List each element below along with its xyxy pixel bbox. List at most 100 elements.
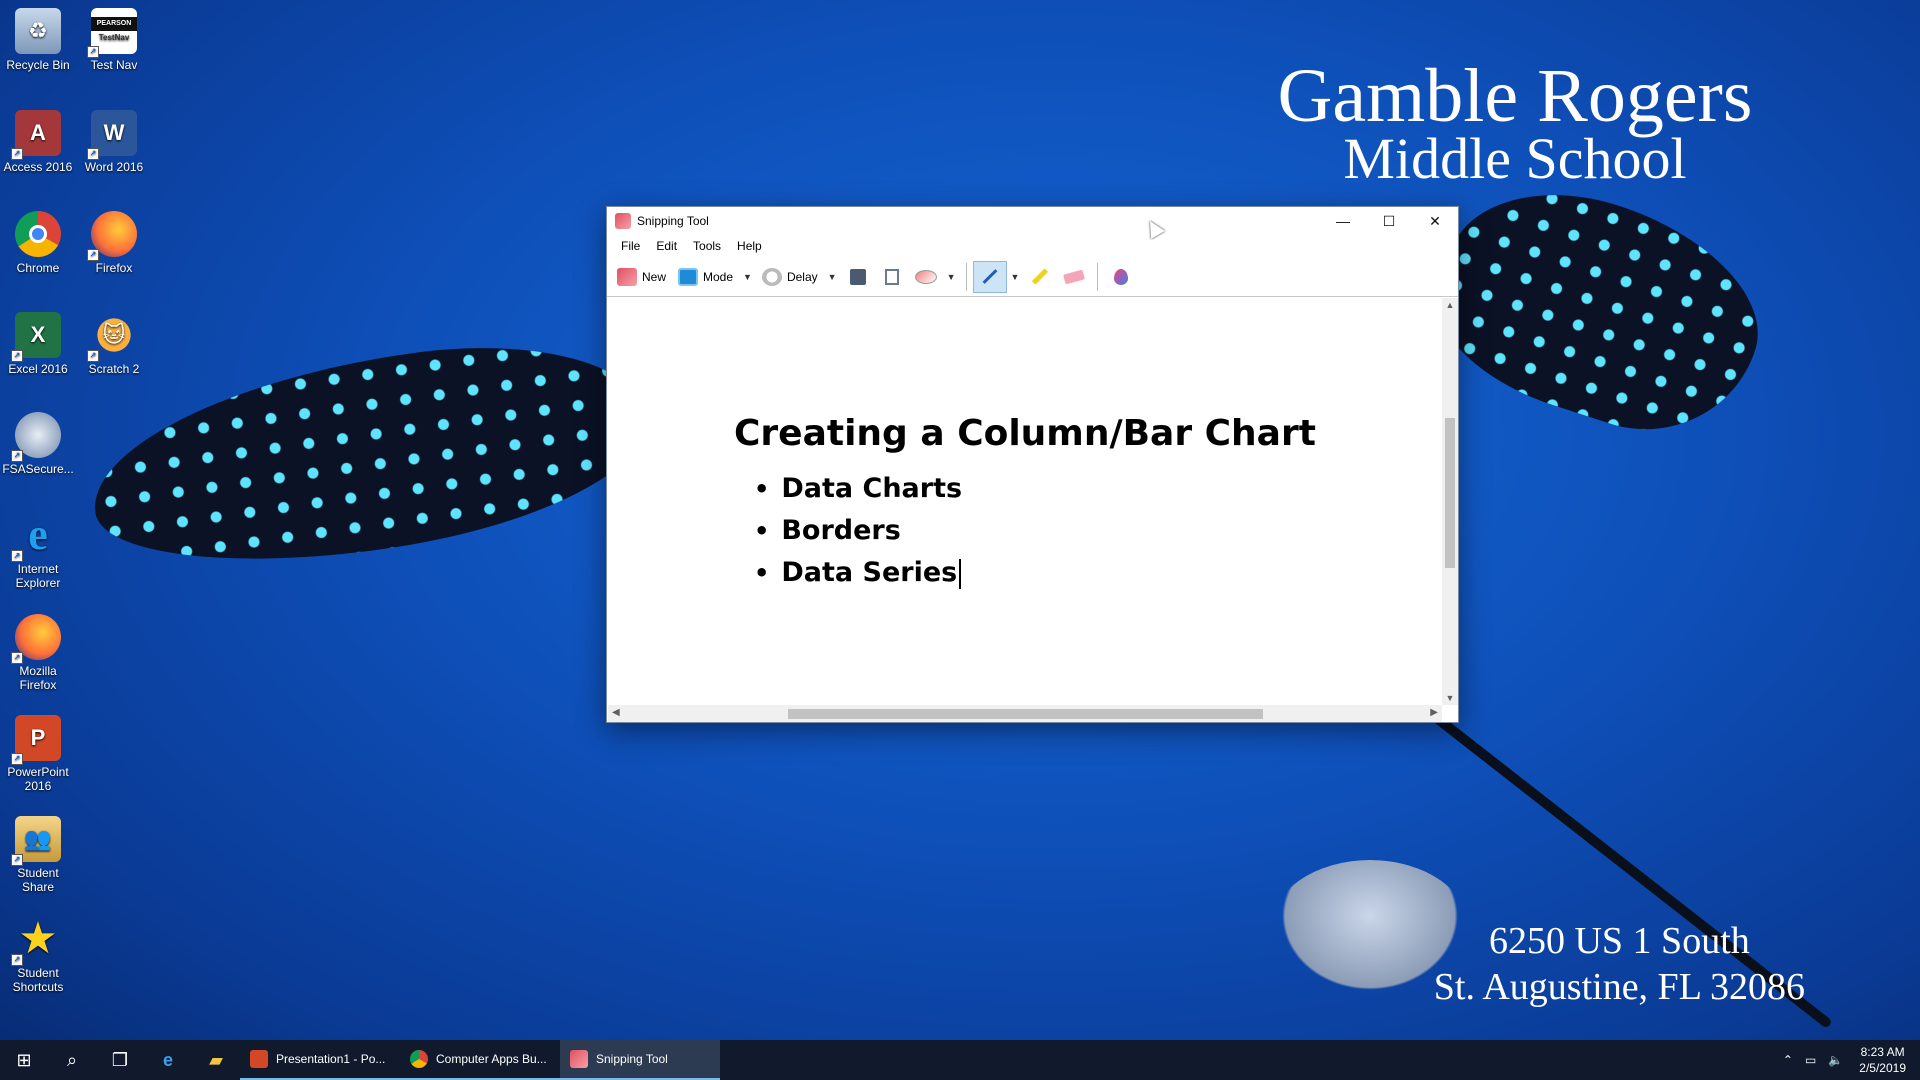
clock-icon <box>761 267 782 286</box>
folder-icon: ▰ <box>209 1049 223 1070</box>
delay-button[interactable]: Delay <box>756 262 824 292</box>
close-icon: ✕ <box>1429 212 1441 229</box>
internet-explorer-icon: e ↗ <box>11 512 61 562</box>
snipping-tool-window[interactable]: Snipping Tool — ☐ ✕ File Edit Tools Help… <box>606 206 1459 723</box>
scroll-right-icon[interactable]: ▶ <box>1430 707 1438 718</box>
desktop-icon-firefox[interactable]: ↗ Firefox <box>76 211 152 275</box>
pen-icon <box>982 269 997 284</box>
menu-file[interactable]: File <box>613 239 648 253</box>
toolbar-separator <box>1097 262 1099 291</box>
delay-dropdown-icon[interactable]: ▼ <box>824 272 841 282</box>
snipping-tool-icon <box>615 213 631 229</box>
desktop-icon-label: Access 2016 <box>3 160 73 174</box>
bullet-item: Borders <box>754 510 962 552</box>
start-button[interactable]: ⊞ <box>0 1040 48 1080</box>
file-explorer-button[interactable]: ▰ <box>192 1040 240 1080</box>
wallpaper-manta-ray-right <box>1415 160 1785 460</box>
highlighter-icon <box>1032 268 1049 285</box>
star-icon: ★ ↗ <box>11 916 61 966</box>
desktop-icon-label: Test Nav <box>90 58 138 72</box>
menu-help[interactable]: Help <box>729 239 770 253</box>
mode-button[interactable]: Mode <box>672 262 739 292</box>
pen-dropdown-icon[interactable]: ▼ <box>1007 272 1024 282</box>
desktop-icon-access[interactable]: A ↗ Access 2016 <box>0 110 76 174</box>
menu-edit[interactable]: Edit <box>648 239 685 253</box>
volume-icon[interactable]: 🔈 <box>1828 1053 1843 1067</box>
desktop-icon-mozilla-firefox[interactable]: ↗ Mozilla Firefox <box>0 614 76 692</box>
desktop-icon-scratch[interactable]: 🐱 ↗ Scratch 2 <box>76 312 152 376</box>
highlighter-button[interactable] <box>1023 261 1057 293</box>
window-controls: — ☐ ✕ <box>1320 207 1458 235</box>
paint3d-button[interactable] <box>1104 261 1138 293</box>
mode-dropdown-icon[interactable]: ▼ <box>739 272 756 282</box>
desktop-icon-label: FSASecure... <box>2 462 74 476</box>
taskbar-item-chrome[interactable]: Computer Apps Bu... <box>400 1040 560 1080</box>
new-button[interactable]: New <box>611 262 672 292</box>
save-button[interactable] <box>841 261 875 293</box>
address-line1: 6250 US 1 South <box>1488 920 1750 962</box>
minimize-button[interactable]: — <box>1320 207 1366 235</box>
desktop-icon-label: Mozilla Firefox <box>19 664 57 692</box>
pen-button[interactable] <box>972 260 1007 293</box>
vertical-scrollbar[interactable]: ▲ ▼ <box>1442 298 1458 705</box>
horizontal-scrollbar[interactable]: ◀ ▶ <box>608 705 1442 722</box>
taskbar-item-snipping-tool[interactable]: Snipping Tool <box>560 1040 720 1080</box>
send-dropdown-icon[interactable]: ▼ <box>943 272 960 282</box>
scroll-left-icon[interactable]: ◀ <box>612 707 620 718</box>
scroll-down-icon[interactable]: ▼ <box>1442 693 1458 703</box>
bullet-item-text: Data Series <box>781 557 958 588</box>
close-button[interactable]: ✕ <box>1412 207 1458 235</box>
delay-label: Delay <box>786 269 818 284</box>
desktop-icon-test-nav[interactable]: PEARSON TestNav ↗ Test Nav <box>76 8 152 72</box>
desktop-icon-label: PowerPoint 2016 <box>7 765 69 793</box>
desktop-icon-excel[interactable]: X ↗ Excel 2016 <box>0 312 76 376</box>
desktop-icon-label: Word 2016 <box>84 160 144 174</box>
desktop-icon-word[interactable]: W ↗ Word 2016 <box>76 110 152 174</box>
bullet-item: Data Series <box>754 552 962 594</box>
network-icon[interactable]: ▭ <box>1805 1053 1816 1067</box>
taskbar: ⊞ ⌕ ❐ e ▰ Presentation1 - Po... Computer… <box>0 1040 1920 1080</box>
desktop-icon-label: Student Share <box>17 866 59 894</box>
school-name-line2: Middle School <box>1343 126 1687 191</box>
clock[interactable]: 8:23 AM 2/5/2019 <box>1859 1044 1906 1076</box>
menu-tools[interactable]: Tools <box>685 239 729 253</box>
taskbar-item-powerpoint[interactable]: Presentation1 - Po... <box>240 1040 400 1080</box>
eraser-button[interactable] <box>1057 261 1091 293</box>
edge-button[interactable]: e <box>144 1040 192 1080</box>
search-button[interactable]: ⌕ <box>48 1040 96 1080</box>
title-bar[interactable]: Snipping Tool — ☐ ✕ <box>607 207 1458 235</box>
vertical-scroll-thumb[interactable] <box>1445 418 1455 568</box>
scroll-up-icon[interactable]: ▲ <box>1442 300 1458 310</box>
scratch-icon: 🐱 ↗ <box>87 312 137 362</box>
taskbar-item-label: Snipping Tool <box>596 1052 668 1066</box>
desktop-icon-chrome[interactable]: Chrome <box>0 211 76 275</box>
maximize-button[interactable]: ☐ <box>1366 207 1412 235</box>
desktop-icon-powerpoint[interactable]: P ↗ PowerPoint 2016 <box>0 715 76 793</box>
student-share-icon: 👥 ↗ <box>11 816 61 866</box>
testnav-badge: PEARSON <box>91 17 137 31</box>
minimize-icon: — <box>1336 213 1350 229</box>
chevron-up-icon[interactable]: ⌃ <box>1783 1053 1793 1067</box>
send-button[interactable] <box>909 261 943 293</box>
desktop-icon-student-shortcuts[interactable]: ★ ↗ Student Shortcuts <box>0 916 76 994</box>
desktop-icon-student-share[interactable]: 👥 ↗ Student Share <box>0 816 76 894</box>
desktop-icon-fsasecure[interactable]: ↗ FSASecure... <box>0 412 76 476</box>
access-icon: A ↗ <box>11 110 61 160</box>
chrome-icon <box>15 211 61 257</box>
recycle-bin-icon: ♻ <box>15 8 61 54</box>
desktop-icon-recycle-bin[interactable]: ♻ Recycle Bin <box>0 8 76 72</box>
powerpoint-icon <box>250 1050 268 1068</box>
school-address: 6250 US 1 South St. Augustine, FL 32086 <box>1434 918 1805 1010</box>
horizontal-scroll-thumb[interactable] <box>788 709 1263 719</box>
snip-canvas[interactable]: Creating a Column/Bar Chart Data Charts … <box>608 298 1442 705</box>
firefox-icon: ↗ <box>87 211 137 261</box>
task-view-button[interactable]: ❐ <box>96 1040 144 1080</box>
toolbar: New Mode ▼ Delay ▼ ▼ ▼ <box>607 257 1458 297</box>
desktop-icon-label: Scratch 2 <box>88 362 140 376</box>
windows-logo-icon: ⊞ <box>16 1049 32 1070</box>
desktop-icon-internet-explorer[interactable]: e ↗ Internet Explorer <box>0 512 76 590</box>
copy-button[interactable] <box>875 261 909 293</box>
desktop-icon-label: Student Shortcuts <box>12 966 64 994</box>
paint-3d-icon <box>1114 268 1129 285</box>
edge-icon: e <box>162 1049 173 1070</box>
